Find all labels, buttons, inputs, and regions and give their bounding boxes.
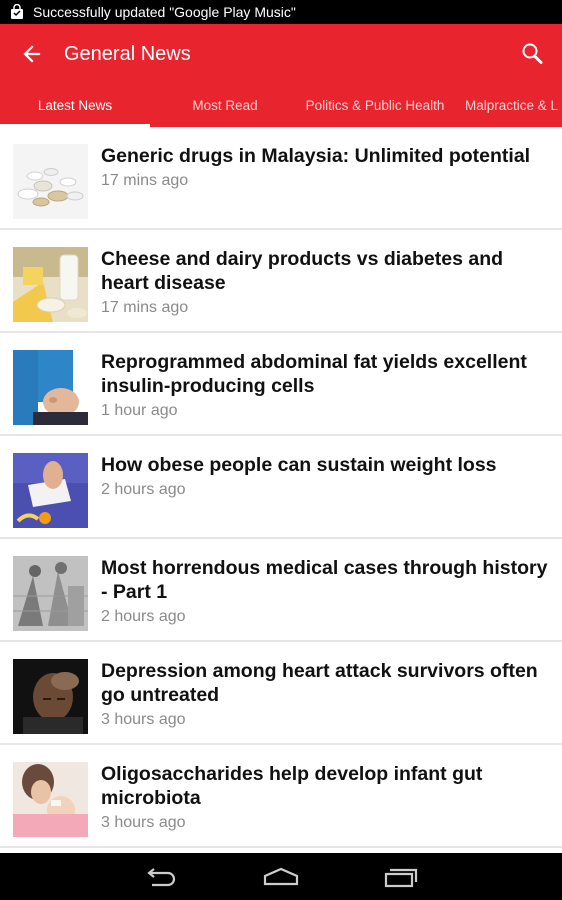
article-time: 17 mins ago — [101, 299, 189, 316]
tab-most-read[interactable]: Most Read — [150, 84, 300, 127]
nav-recents-button[interactable] — [341, 853, 461, 900]
arrow-back-icon — [23, 45, 41, 63]
article-title: Depression among heart attack survivors … — [101, 660, 538, 706]
article-thumbnail — [13, 350, 88, 425]
article-title: Oligosaccharides help develop infant gut… — [101, 763, 483, 809]
article-title: Most horrendous medical cases through hi… — [101, 557, 548, 603]
list-item[interactable]: Generic drugs in Malaysia: Unlimited pot… — [0, 127, 562, 230]
article-time: 3 hours ago — [101, 814, 186, 831]
app-bar: General News Latest News Most Read Polit… — [0, 24, 562, 127]
article-thumbnail — [13, 762, 88, 837]
article-time: 17 mins ago — [101, 172, 189, 189]
article-thumbnail — [13, 556, 88, 631]
search-button[interactable] — [502, 24, 562, 84]
back-button[interactable] — [0, 24, 64, 84]
toolbar: General News — [0, 24, 562, 84]
article-time: 2 hours ago — [101, 608, 186, 625]
article-thumbnail — [13, 659, 88, 734]
article-time: 2 hours ago — [101, 481, 186, 498]
article-time: 3 hours ago — [101, 711, 186, 728]
list-item[interactable]: Oligosaccharides help develop infant gut… — [0, 745, 562, 848]
tab-latest-news[interactable]: Latest News — [0, 84, 150, 127]
navigation-bar — [0, 853, 562, 900]
tab-malpractice[interactable]: Malpractice & L — [450, 84, 562, 127]
article-title: Reprogrammed abdominal fat yields excell… — [101, 351, 527, 397]
tab-bar: Latest News Most Read Politics & Public … — [0, 84, 562, 127]
article-time: 1 hour ago — [101, 402, 178, 419]
search-icon — [522, 43, 543, 64]
list-item[interactable]: How obese people can sustain weight loss… — [0, 436, 562, 539]
article-thumbnail — [13, 247, 88, 322]
list-item[interactable]: Reprogrammed abdominal fat yields excell… — [0, 333, 562, 436]
article-title: How obese people can sustain weight loss — [101, 454, 497, 476]
list-item[interactable]: Depression among heart attack survivors … — [0, 642, 562, 745]
shopping-bag-icon — [11, 4, 23, 19]
nav-home-button[interactable] — [221, 853, 341, 900]
article-title: Cheese and dairy products vs diabetes an… — [101, 248, 504, 294]
nav-back-button[interactable] — [101, 853, 221, 900]
page-title: General News — [64, 42, 191, 65]
tab-politics-public-health[interactable]: Politics & Public Health — [300, 84, 450, 127]
notification-text: Successfully updated "Google Play Music" — [33, 4, 296, 20]
article-thumbnail — [13, 453, 88, 528]
article-list: Generic drugs in Malaysia: Unlimited pot… — [0, 127, 562, 853]
list-item[interactable]: Cheese and dairy products vs diabetes an… — [0, 230, 562, 333]
list-item[interactable]: Most horrendous medical cases through hi… — [0, 539, 562, 642]
status-bar: Successfully updated "Google Play Music" — [0, 0, 562, 24]
article-thumbnail — [13, 144, 88, 219]
nav-back-icon — [147, 867, 176, 886]
article-title: Generic drugs in Malaysia: Unlimited pot… — [101, 145, 531, 167]
nav-recents-icon — [384, 868, 418, 887]
nav-home-icon — [263, 867, 299, 885]
